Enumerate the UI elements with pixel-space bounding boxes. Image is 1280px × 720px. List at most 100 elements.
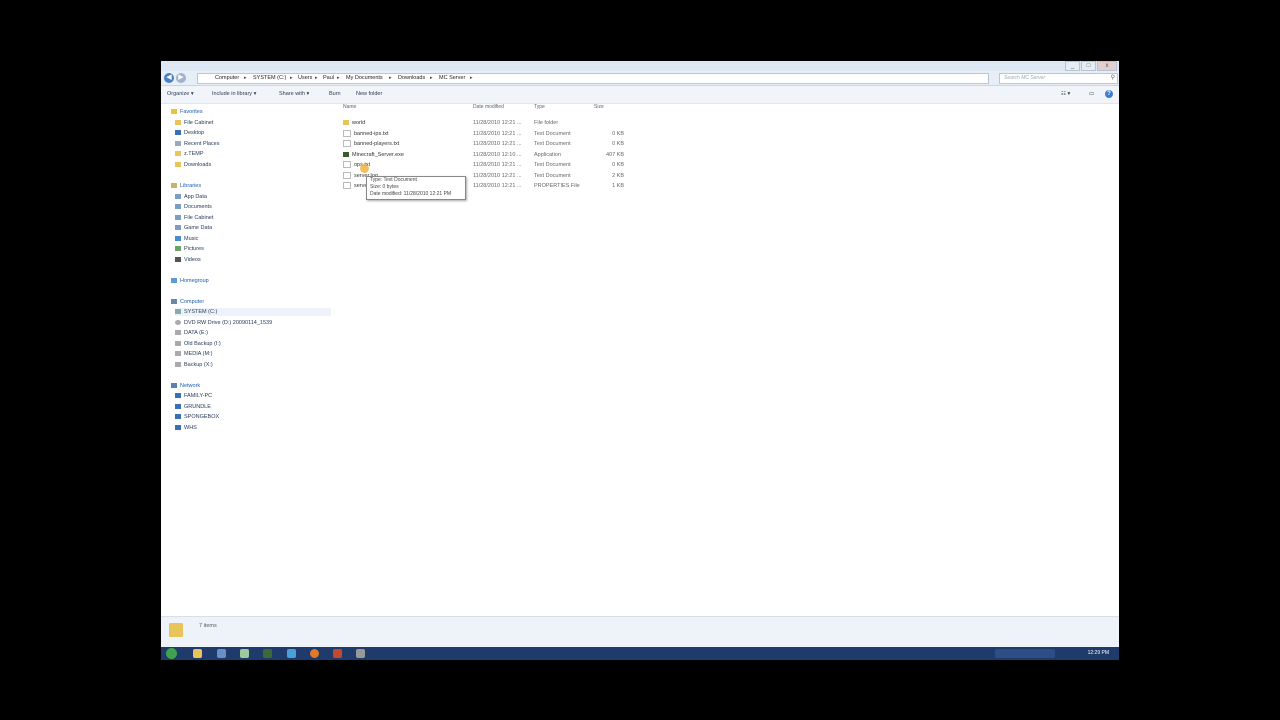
organize-button[interactable]: Organize ▾ bbox=[167, 86, 194, 103]
sidebar-item-recent-places[interactable]: Recent Places bbox=[175, 140, 219, 148]
taskbar-app-icon[interactable] bbox=[356, 649, 365, 658]
sidebar-item-data-e[interactable]: DATA (E:) bbox=[175, 329, 208, 337]
computer-header[interactable]: Computer bbox=[171, 298, 204, 306]
system-tray-icons[interactable] bbox=[995, 649, 1055, 658]
sidebar-item-app-data[interactable]: App Data bbox=[175, 193, 207, 201]
help-icon[interactable]: ? bbox=[1105, 90, 1113, 98]
breadcrumb-separator: ▸ bbox=[430, 75, 433, 81]
file-date: 11/28/2010 12:21 ... bbox=[473, 183, 522, 189]
file-row[interactable]: banned-ips.txt 11/28/2010 12:21 ... Text… bbox=[343, 130, 633, 139]
breadcrumb-separator: ▸ bbox=[337, 75, 340, 81]
taskbar-app-icon[interactable] bbox=[263, 649, 272, 658]
file-row[interactable]: world 11/28/2010 12:21 ... File folder bbox=[343, 119, 633, 128]
column-header-name[interactable]: Name bbox=[343, 104, 356, 110]
forward-button[interactable]: ▶ bbox=[176, 73, 186, 83]
column-header-date[interactable]: Date modified bbox=[473, 104, 504, 110]
minimize-button[interactable]: _ bbox=[1065, 61, 1080, 71]
breadcrumb-my-documents[interactable]: My Documents bbox=[346, 74, 383, 83]
maximize-button[interactable]: □ bbox=[1081, 61, 1096, 71]
favorites-header[interactable]: Favorites bbox=[171, 108, 203, 116]
sidebar-item-ztemp[interactable]: z.TEMP bbox=[175, 150, 204, 158]
network-icon bbox=[171, 383, 177, 389]
breadcrumb-paul[interactable]: Paul bbox=[323, 74, 334, 83]
address-bar[interactable]: Computer ▸ SYSTEM (C:) ▸ Users ▸ Paul ▸ … bbox=[197, 73, 989, 84]
sidebar-item-old-backup[interactable]: Old Backup (I:) bbox=[175, 340, 221, 348]
folder-icon bbox=[175, 162, 181, 168]
column-header-type[interactable]: Type bbox=[534, 104, 545, 110]
sidebar-item-videos[interactable]: Videos bbox=[175, 256, 201, 264]
computer-icon bbox=[175, 393, 181, 399]
search-input[interactable]: Search MC Server ⚲ bbox=[999, 73, 1118, 84]
homegroup-header[interactable]: Homegroup bbox=[171, 277, 209, 285]
file-row[interactable]: banned-players.txt 11/28/2010 12:21 ... … bbox=[343, 140, 633, 149]
new-folder-button[interactable]: New folder bbox=[356, 86, 382, 103]
breadcrumb-system[interactable]: SYSTEM (C:) bbox=[253, 74, 286, 83]
sidebar-item-whs[interactable]: WHS bbox=[175, 424, 197, 432]
taskbar-app-icon[interactable] bbox=[240, 649, 249, 658]
sidebar-item-grundle[interactable]: GRUNDLE bbox=[175, 403, 211, 411]
text-file-icon bbox=[343, 130, 351, 138]
file-date: 11/28/2010 12:21 ... bbox=[473, 162, 522, 168]
file-name: banned-ips.txt bbox=[354, 131, 389, 137]
file-size: 407 KB bbox=[605, 152, 624, 158]
back-button[interactable]: ◀ bbox=[164, 73, 174, 83]
taskbar-app-icon[interactable] bbox=[217, 649, 226, 658]
sidebar-item-documents[interactable]: Documents bbox=[175, 203, 212, 211]
sidebar-item-music[interactable]: Music bbox=[175, 235, 198, 243]
sidebar-item-desktop[interactable]: Desktop bbox=[175, 129, 204, 137]
breadcrumb-separator: ▸ bbox=[470, 75, 473, 81]
sidebar-item-file-cabinet[interactable]: File Cabinet bbox=[175, 119, 213, 127]
share-with-button[interactable]: Share with ▾ bbox=[279, 86, 309, 103]
details-pane: 7 items bbox=[161, 616, 1119, 648]
sidebar-item-pictures[interactable]: Pictures bbox=[175, 245, 204, 253]
taskbar-clock[interactable]: 12:29 PM bbox=[1088, 647, 1109, 660]
minecraft-app-icon bbox=[343, 152, 349, 158]
sidebar-item-family-pc[interactable]: FAMILY-PC bbox=[175, 392, 212, 400]
sidebar-item-media-m[interactable]: MEDIA (M:) bbox=[175, 350, 212, 358]
sidebar-item-file-cabinet-lib[interactable]: File Cabinet bbox=[175, 214, 213, 222]
column-header-size[interactable]: Size bbox=[594, 104, 604, 110]
sidebar-item-backup-x[interactable]: Backup (X:) bbox=[175, 361, 213, 369]
breadcrumb-downloads[interactable]: Downloads bbox=[398, 74, 425, 83]
views-icon[interactable]: ☷ ▾ bbox=[1061, 86, 1070, 103]
sidebar-item-spongebox[interactable]: SPONGEBOX bbox=[175, 413, 219, 421]
properties-file-icon bbox=[343, 182, 351, 190]
firefox-icon[interactable] bbox=[310, 649, 319, 658]
videos-icon bbox=[175, 257, 181, 263]
library-icon bbox=[175, 225, 181, 231]
close-button[interactable]: x bbox=[1097, 61, 1117, 71]
file-name: Minecraft_Server.exe bbox=[352, 152, 404, 158]
breadcrumb-separator: ▸ bbox=[315, 75, 318, 81]
file-size: 2 KB bbox=[612, 173, 624, 179]
sidebar-item-system-c[interactable]: SYSTEM (C:) bbox=[175, 308, 331, 316]
libraries-header[interactable]: Libraries bbox=[171, 182, 201, 190]
window-controls: _ □ x bbox=[1065, 61, 1117, 71]
breadcrumb-users[interactable]: Users bbox=[298, 74, 312, 83]
network-header[interactable]: Network bbox=[171, 382, 200, 390]
documents-icon bbox=[175, 204, 181, 210]
taskbar-app-icon[interactable] bbox=[333, 649, 342, 658]
include-in-library-button[interactable]: Include in library ▾ bbox=[212, 86, 256, 103]
search-icon[interactable]: ⚲ bbox=[1111, 74, 1115, 83]
file-row[interactable]: ops.txt 11/28/2010 12:21 ... Text Docume… bbox=[343, 161, 633, 170]
file-row[interactable]: Minecraft_Server.exe 11/28/2010 12:10 ..… bbox=[343, 151, 633, 160]
burn-button[interactable]: Burn bbox=[329, 86, 341, 103]
sidebar-item-game-data[interactable]: Game Data bbox=[175, 224, 212, 232]
folder-icon bbox=[169, 623, 183, 637]
file-type: PROPERTIES File bbox=[534, 183, 580, 189]
explorer-icon[interactable] bbox=[193, 649, 202, 658]
folder-icon bbox=[175, 120, 181, 126]
folder-icon bbox=[175, 151, 181, 157]
breadcrumb-mc-server[interactable]: MC Server bbox=[439, 74, 465, 83]
start-button[interactable] bbox=[166, 648, 177, 659]
computer-icon bbox=[175, 425, 181, 431]
computer-icon bbox=[175, 404, 181, 410]
sidebar-item-dvd-drive[interactable]: DVD RW Drive (D:) 20090114_1539 bbox=[175, 319, 272, 327]
breadcrumb-separator: ▸ bbox=[244, 75, 247, 81]
file-type: Text Document bbox=[534, 141, 571, 147]
text-file-icon bbox=[343, 172, 351, 180]
breadcrumb-computer[interactable]: Computer bbox=[215, 74, 239, 83]
preview-pane-icon[interactable]: ▭ bbox=[1089, 86, 1094, 103]
sidebar-item-downloads[interactable]: Downloads bbox=[175, 161, 211, 169]
taskbar-app-icon[interactable] bbox=[287, 649, 296, 658]
